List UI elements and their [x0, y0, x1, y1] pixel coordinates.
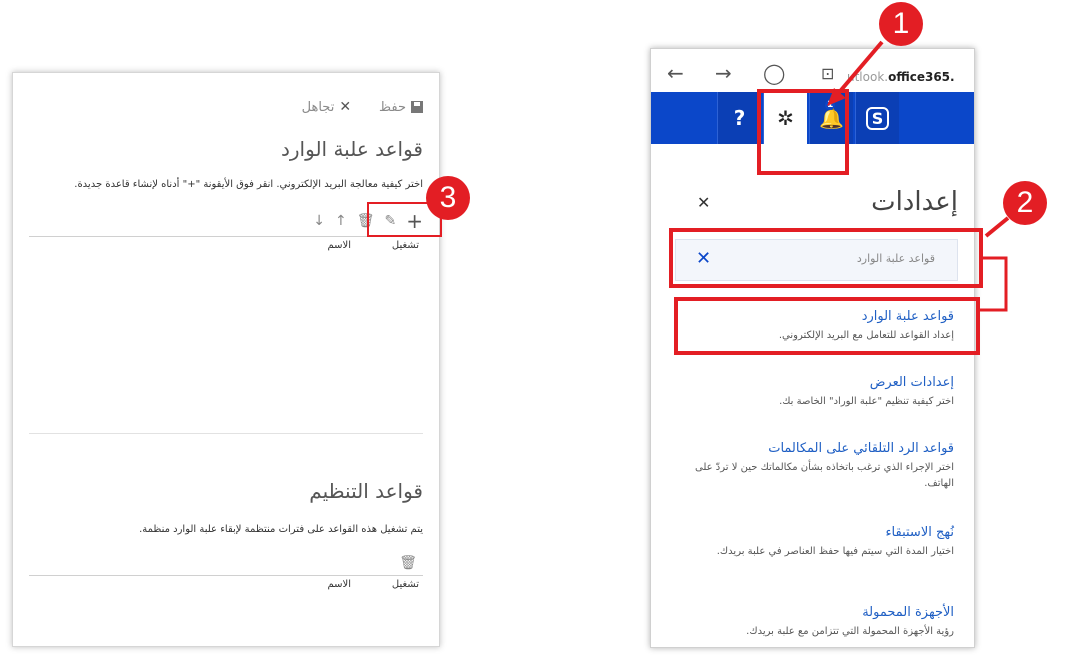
result-desc: اختر الإجراء الذي ترغب باتخاذه بشأن مكال… — [695, 462, 954, 489]
highlight-settings-gear — [757, 89, 849, 175]
section-divider — [29, 433, 423, 434]
result-title[interactable]: قواعد الرد التلقائي على المكالمات — [671, 441, 954, 456]
browser-bar: ← → ◯ ⊡ utlook.office365. — [651, 49, 974, 89]
forward-arrow-icon[interactable]: → — [715, 61, 732, 85]
close-icon[interactable]: ✕ — [697, 193, 710, 212]
save-icon — [411, 101, 423, 113]
column-name[interactable]: الاسم — [327, 579, 351, 590]
skype-icon: S — [865, 106, 890, 130]
address-bar[interactable]: utlook.office365. — [847, 70, 955, 84]
inbox-rules-title: قواعد علبة الوارد — [280, 137, 423, 161]
result-desc: رؤية الأجهزة المحمولة التي تتزامن مع علب… — [746, 626, 954, 637]
sweep-rules-table-header: تشغيل الاسم — [29, 575, 423, 597]
highlight-inbox-rules-result — [674, 297, 980, 355]
result-call-answering-rules[interactable]: قواعد الرد التلقائي على المكالمات اختر ا… — [671, 441, 954, 492]
result-title[interactable]: نُهج الاستبقاء — [671, 525, 954, 540]
url-domain: office365. — [888, 70, 955, 84]
save-label: حفظ — [379, 99, 406, 115]
inbox-rules-page: حفظ ✕ تجاهل قواعد علبة الوارد اختر كيفية… — [12, 72, 440, 647]
refresh-icon[interactable]: ◯ — [763, 61, 785, 85]
result-mobile-devices[interactable]: الأجهزة المحمولة رؤية الأجهزة المحمولة ا… — [671, 605, 954, 640]
column-on[interactable]: تشغيل — [392, 579, 419, 590]
help-button[interactable]: ? — [717, 92, 761, 144]
result-desc: اختيار المدة التي سيتم فيها حفظ العناصر … — [716, 546, 954, 557]
result-title[interactable]: إعدادات العرض — [671, 375, 954, 390]
inbox-rules-description: اختر كيفية معالجة البريد الإلكتروني. انق… — [74, 179, 423, 190]
column-on[interactable]: تشغيل — [392, 240, 419, 251]
sweep-rules-title: قواعد التنظيم — [309, 479, 423, 503]
result-title[interactable]: الأجهزة المحمولة — [671, 605, 954, 620]
highlight-search-box — [669, 228, 983, 288]
settings-title: إعدادات — [871, 187, 958, 217]
move-down-icon[interactable]: ↓ — [313, 213, 325, 229]
move-up-icon[interactable]: ↑ — [335, 213, 347, 229]
callout-2: 2 — [1003, 181, 1047, 225]
result-desc: اختر كيفية تنظيم "علبة الوراد" الخاصة بك… — [779, 396, 954, 407]
save-button[interactable]: حفظ — [379, 99, 423, 115]
result-retention-policies[interactable]: نُهج الاستبقاء اختيار المدة التي سيتم في… — [671, 525, 954, 560]
inbox-rules-table-header: تشغيل الاسم — [29, 236, 423, 258]
callout-3: 3 — [426, 176, 470, 220]
close-icon: ✕ — [339, 99, 352, 115]
column-name[interactable]: الاسم — [327, 240, 351, 251]
delete-icon[interactable]: 🗑 — [399, 555, 417, 571]
lock-icon: ⊡ — [821, 64, 835, 83]
discard-button[interactable]: ✕ تجاهل — [302, 99, 351, 115]
result-display-settings[interactable]: إعدادات العرض اختر كيفية تنظيم "علبة الو… — [671, 375, 954, 410]
rules-toolbar: حفظ ✕ تجاهل — [302, 99, 423, 115]
sweep-rules-description: يتم تشغيل هذه القواعد على فترات منتظمة ل… — [139, 524, 423, 535]
url-prefix: utlook. — [847, 70, 889, 84]
skype-button[interactable]: S — [855, 92, 899, 144]
back-arrow-icon[interactable]: ← — [667, 61, 684, 85]
callout-1: 1 — [879, 2, 923, 46]
discard-label: تجاهل — [301, 99, 335, 115]
help-icon: ? — [733, 106, 746, 130]
